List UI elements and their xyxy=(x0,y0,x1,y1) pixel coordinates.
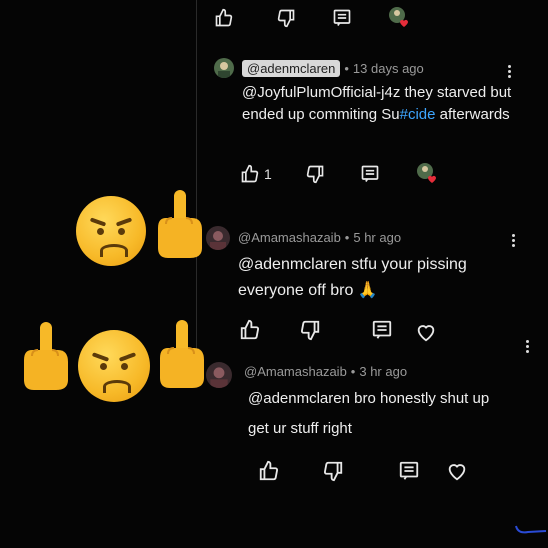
middle-finger-emoji xyxy=(160,320,204,388)
heart-icon[interactable] xyxy=(414,320,438,344)
meta-separator: • xyxy=(350,364,356,379)
comment-meta: @Amamashazaib • 5 hr ago xyxy=(238,230,401,245)
comment-text-part: @adenmclaren stfu your pissing everyone … xyxy=(238,256,467,299)
author-name[interactable]: @Amamashazaib xyxy=(238,230,341,245)
heart-icon[interactable] xyxy=(444,458,470,484)
thumb-up-icon[interactable] xyxy=(238,318,262,342)
more-icon[interactable] xyxy=(526,340,530,355)
thumb-down-icon[interactable] xyxy=(320,458,346,484)
like-count: 1 xyxy=(264,166,272,182)
comment-time: 13 days ago xyxy=(352,61,424,76)
like-button[interactable]: 1 xyxy=(240,162,272,186)
comment-text: @JoyfulPlumOfficial-j4z they starved but… xyxy=(242,82,517,126)
creator-heart-icon xyxy=(386,4,412,30)
thumb-down-icon[interactable] xyxy=(274,6,298,30)
angry-face-emoji xyxy=(76,196,146,266)
thumb-down-icon[interactable] xyxy=(298,318,322,342)
pray-emoji: 🙏 xyxy=(357,282,378,299)
reply-icon[interactable] xyxy=(370,318,394,342)
thumb-down-icon[interactable] xyxy=(303,162,327,186)
angry-face-emoji xyxy=(78,330,150,402)
reply-icon[interactable] xyxy=(358,162,382,186)
creator-heart-icon xyxy=(414,160,440,186)
comment-text: @adenmclaren stfu your pissing everyone … xyxy=(238,252,508,304)
reply-icon[interactable] xyxy=(396,458,422,484)
thumb-up-icon[interactable] xyxy=(256,458,282,484)
mention-link[interactable]: @JoyfulPlumOfficial-j4z xyxy=(242,84,400,101)
comment-text-part: afterwards xyxy=(439,106,510,123)
comment-time: 5 hr ago xyxy=(353,230,402,245)
middle-finger-emoji xyxy=(158,190,202,258)
comment-text-part: @adenmclaren bro honestly shut up get ur… xyxy=(248,390,490,437)
comment-meta: @Amamashazaib • 3 hr ago xyxy=(244,364,407,379)
meta-separator: • xyxy=(344,61,349,76)
thread-line xyxy=(196,0,197,360)
thumb-up-icon[interactable] xyxy=(212,6,236,30)
avatar[interactable] xyxy=(206,226,230,250)
author-chip[interactable]: @adenmclaren xyxy=(242,60,341,77)
more-icon[interactable] xyxy=(512,234,516,249)
middle-finger-emoji xyxy=(24,322,68,390)
hashtag-link[interactable]: #cide xyxy=(400,106,436,123)
more-icon[interactable] xyxy=(508,65,512,80)
author-name[interactable]: @Amamashazaib xyxy=(244,364,347,379)
avatar[interactable] xyxy=(206,362,232,388)
pen-scribble-mark xyxy=(515,525,547,534)
thumb-up-icon xyxy=(241,164,259,183)
meta-separator: • xyxy=(344,230,350,245)
comment-meta: @adenmclaren • 13 days ago xyxy=(242,60,424,77)
avatar[interactable] xyxy=(214,58,234,78)
comment-text: @adenmclaren bro honestly shut up get ur… xyxy=(248,384,508,444)
reply-icon[interactable] xyxy=(330,6,354,30)
comment-time: 3 hr ago xyxy=(359,364,408,379)
